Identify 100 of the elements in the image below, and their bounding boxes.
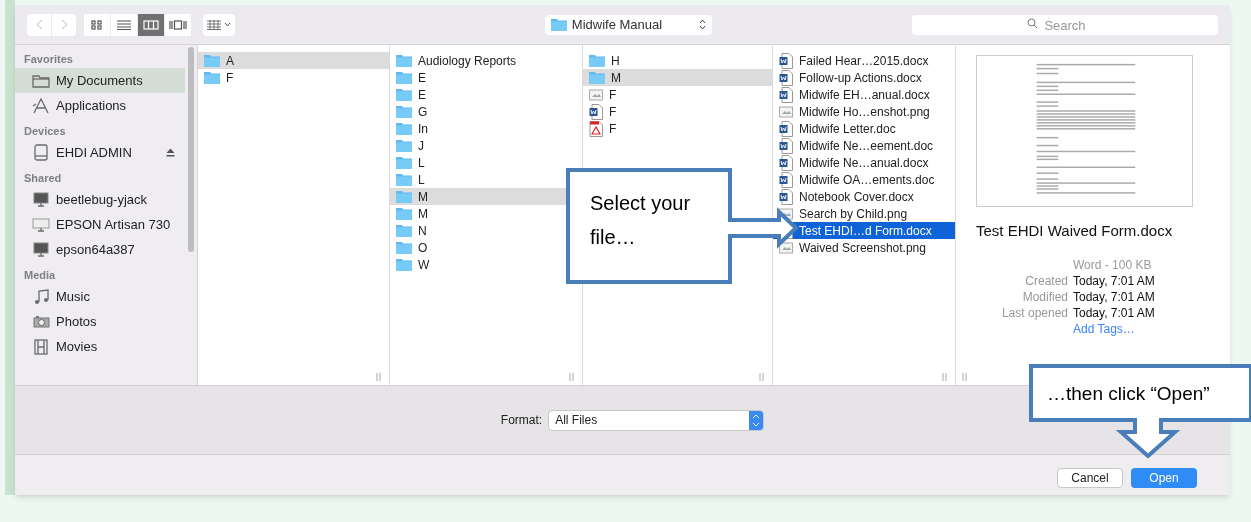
resize-handle-icon[interactable]: [569, 373, 574, 381]
list-icon: [117, 19, 131, 30]
word-document-icon: [779, 69, 793, 86]
view-button[interactable]: [84, 13, 110, 36]
file-row[interactable]: Notebook Cover.docx: [773, 188, 955, 205]
file-row[interactable]: In: [390, 120, 582, 137]
monitor-icon: [33, 192, 49, 207]
view-button[interactable]: [138, 13, 164, 36]
file-row[interactable]: F: [583, 103, 772, 120]
sidebar-item[interactable]: beetlebug-yjack: [15, 187, 185, 212]
folder-icon: [396, 173, 412, 186]
monitor-icon: [33, 242, 49, 257]
file-row[interactable]: F: [583, 120, 772, 137]
folder-icon: [396, 88, 412, 101]
file-row[interactable]: Failed Hear…2015.docx: [773, 52, 955, 69]
sidebar-item[interactable]: Photos: [15, 309, 185, 334]
file-row[interactable]: Midwife OA…ements.doc: [773, 171, 955, 188]
image-file-icon: [779, 240, 793, 255]
file-row[interactable]: Midwife Ne…anual.docx: [773, 154, 955, 171]
file-row[interactable]: W: [390, 256, 582, 273]
folder-icon: [204, 54, 220, 67]
resize-handle-icon[interactable]: [962, 373, 967, 381]
file-row[interactable]: Midwife Ho…enshot.png: [773, 103, 955, 120]
search-field[interactable]: Search: [912, 15, 1218, 35]
file-row[interactable]: L: [390, 171, 582, 188]
preview-file-name: Test EHDI Waived Form.docx: [976, 221, 1174, 241]
grid-icon: [206, 19, 221, 30]
sidebar-heading: Shared: [23, 171, 63, 186]
sidebar-item[interactable]: Music: [15, 284, 185, 309]
folder-icon: [396, 258, 412, 271]
file-row[interactable]: Midwife EH…anual.docx: [773, 86, 955, 103]
sidebar-heading: Favorites: [23, 52, 74, 67]
columns-icon: [143, 19, 159, 30]
file-row[interactable]: Follow-up Actions.docx: [773, 69, 955, 86]
location-popup[interactable]: Midwife Manual: [544, 14, 712, 35]
detail-value: Today, 7:01 AM: [1073, 272, 1156, 289]
resize-handle-icon[interactable]: [942, 373, 947, 381]
sidebar-item[interactable]: epson64a387: [15, 237, 185, 262]
file-row[interactable]: E: [390, 86, 582, 103]
word-document-icon: [779, 86, 793, 103]
file-row[interactable]: H: [583, 52, 772, 69]
file-kind-size: Word - 100 KB: [1073, 256, 1153, 273]
folder-icon: [396, 156, 412, 169]
back-button[interactable]: [27, 13, 51, 36]
file-row[interactable]: F: [198, 69, 389, 86]
file-row[interactable]: Midwife Letter.doc: [773, 120, 955, 137]
grid-icon: [91, 19, 103, 30]
folder-icon: [550, 18, 567, 31]
file-row[interactable]: Waived Screenshot.png: [773, 239, 955, 256]
folder-icon: [204, 71, 220, 84]
resize-handle-icon[interactable]: [759, 373, 764, 381]
arrange-button[interactable]: [203, 13, 235, 36]
forward-button[interactable]: [52, 13, 76, 36]
detail-label: Last opened: [1000, 304, 1068, 321]
format-label: Format:: [500, 412, 543, 429]
file-row[interactable]: M: [583, 69, 772, 86]
folder-icon: [396, 105, 412, 118]
sidebar-item[interactable]: Applications: [15, 93, 185, 118]
format-select[interactable]: All Files: [548, 409, 765, 431]
sidebar-item[interactable]: EHDI ADMIN: [15, 140, 185, 165]
image-file-icon: [779, 104, 793, 119]
scrollbar-thumb[interactable]: [188, 47, 194, 252]
file-row[interactable]: F: [583, 86, 772, 103]
dialog-button[interactable]: Cancel: [1057, 468, 1123, 488]
sidebar-item[interactable]: Movies: [15, 334, 185, 359]
word-document-icon: [779, 120, 793, 137]
detail-value: Today, 7:01 AM: [1073, 304, 1156, 321]
folder-icon: [32, 73, 50, 88]
folder-icon: [396, 224, 412, 237]
file-row[interactable]: E: [390, 69, 582, 86]
folder-icon: [396, 241, 412, 254]
file-row[interactable]: O: [390, 239, 582, 256]
callout-text: Select your file…: [590, 191, 692, 250]
folder-icon: [396, 207, 412, 220]
add-tags-link[interactable]: Add Tags…: [1073, 320, 1196, 337]
word-document-icon: [779, 154, 793, 171]
sidebar-item[interactable]: EPSON Artisan 730: [15, 212, 185, 237]
camera-icon: [32, 315, 50, 328]
file-row[interactable]: Midwife Ne…eement.doc: [773, 137, 955, 154]
file-row[interactable]: N: [390, 222, 582, 239]
eject-icon[interactable]: [166, 148, 175, 157]
view-button[interactable]: [165, 13, 191, 36]
file-row[interactable]: L: [390, 154, 582, 171]
coverflow-icon: [169, 19, 187, 30]
folder-icon: [396, 122, 412, 135]
resize-handle-icon[interactable]: [376, 373, 381, 381]
detail-label: Created: [1024, 272, 1068, 289]
folder-icon: [589, 54, 605, 67]
file-row[interactable]: A: [198, 52, 389, 69]
file-row[interactable]: Audiology Reports: [390, 52, 582, 69]
sidebar-item[interactable]: My Documents: [15, 68, 185, 93]
word-document-icon: [589, 103, 603, 120]
folder-icon: [589, 71, 605, 84]
file-row[interactable]: G: [390, 103, 582, 120]
file-row[interactable]: J: [390, 137, 582, 154]
detail-value: Today, 7:01 AM: [1073, 288, 1156, 305]
file-row[interactable]: M: [390, 205, 582, 222]
view-button[interactable]: [111, 13, 137, 36]
compass-icon: [32, 97, 50, 114]
monitor-icon: [32, 217, 50, 232]
